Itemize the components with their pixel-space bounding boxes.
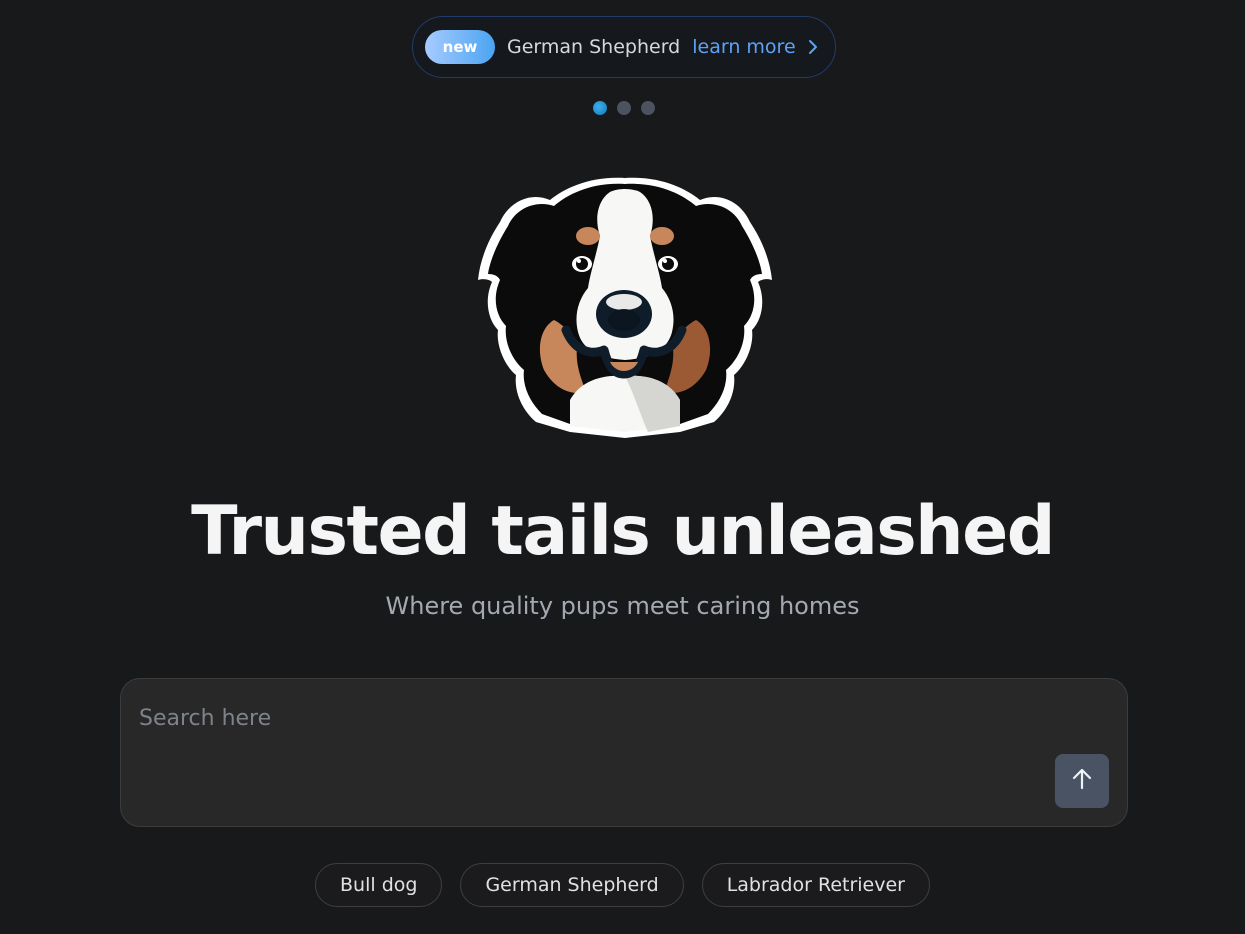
suggestion-chip-bull-dog[interactable]: Bull dog bbox=[315, 863, 443, 907]
dog-logo-icon bbox=[470, 170, 780, 442]
suggestion-chip-german-shepherd[interactable]: German Shepherd bbox=[460, 863, 684, 907]
chevron-right-icon bbox=[808, 37, 822, 57]
learn-more-link[interactable]: learn more bbox=[692, 36, 795, 58]
carousel-dot[interactable] bbox=[617, 101, 631, 115]
carousel-dot[interactable] bbox=[641, 101, 655, 115]
arrow-up-icon bbox=[1071, 767, 1093, 795]
new-badge: new bbox=[425, 30, 495, 64]
hero-title: Trusted tails unleashed bbox=[191, 492, 1055, 571]
announcement-text: German Shepherd bbox=[507, 36, 681, 58]
suggestion-chips: Bull dog German Shepherd Labrador Retrie… bbox=[0, 863, 1245, 907]
suggestion-chip-labrador-retriever[interactable]: Labrador Retriever bbox=[701, 863, 930, 907]
search-input[interactable] bbox=[139, 701, 1039, 735]
announcement-banner[interactable]: new German Shepherd learn more bbox=[412, 16, 836, 78]
hero-subtitle: Where quality pups meet caring homes bbox=[385, 592, 860, 620]
carousel-dot[interactable] bbox=[593, 101, 607, 115]
send-button[interactable] bbox=[1055, 754, 1109, 808]
search-box bbox=[120, 678, 1128, 827]
carousel-dots bbox=[593, 101, 655, 115]
